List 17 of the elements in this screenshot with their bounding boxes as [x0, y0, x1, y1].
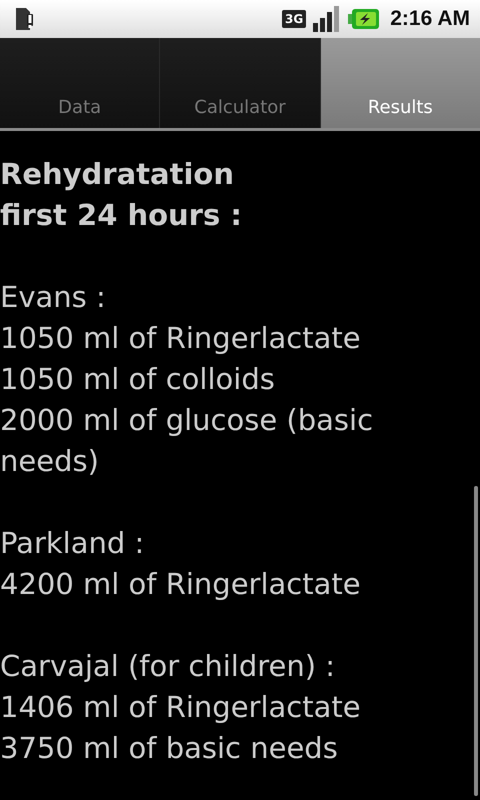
results-heading: Rehydratation first 24 hours : — [0, 156, 243, 234]
result-line: 2000 ml of glucose (basic needs) — [0, 402, 374, 480]
tab[interactable]: Calculator — [160, 38, 321, 128]
tab[interactable]: Data — [0, 38, 160, 128]
tab[interactable]: Results — [320, 38, 480, 128]
result-line: 4200 ml of Ringerlactate — [0, 566, 362, 603]
result-line: 1050 ml of colloids — [0, 361, 276, 398]
network-type-icon: 3G — [282, 10, 306, 28]
result-line: 1050 ml of Ringerlactate — [0, 320, 362, 357]
section-title: Evans : — [0, 279, 107, 316]
clock-time: 2:16 AM — [390, 7, 470, 31]
result-line: 1406 ml of Ringerlactate — [0, 689, 362, 726]
result-line: 3750 ml of basic needs — [0, 730, 339, 767]
sd-card-warning-icon — [14, 6, 34, 32]
section-title: Parkland : — [0, 525, 146, 562]
section-title: Carvajal (for children) : — [0, 648, 336, 685]
battery-charging-icon — [348, 8, 380, 30]
